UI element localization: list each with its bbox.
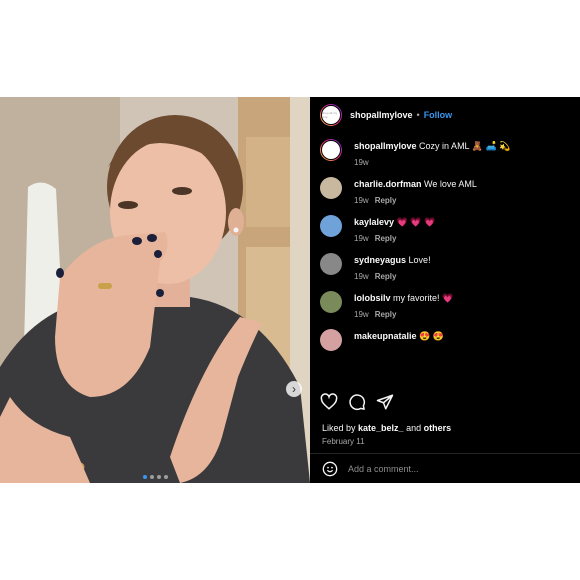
reply-button[interactable]: Reply bbox=[375, 196, 397, 205]
post-header: shop all my love shopallmylove • Follow bbox=[310, 97, 580, 133]
separator-dot: • bbox=[416, 110, 420, 120]
reply-button[interactable]: Reply bbox=[375, 272, 397, 281]
comment-username[interactable]: kaylalevy bbox=[354, 217, 394, 227]
commenter-avatar[interactable] bbox=[320, 177, 342, 199]
follow-button[interactable]: Follow bbox=[424, 110, 453, 120]
comment-age: 19w bbox=[354, 234, 369, 243]
comment-row: makeupnatalie 😍 😍 bbox=[320, 329, 570, 351]
comments-list: shopallmylove Cozy in AML 🧸 🛋️ 💫 19w cha… bbox=[310, 133, 580, 351]
add-comment-row bbox=[322, 461, 548, 477]
emoji-icon[interactable] bbox=[322, 461, 338, 477]
likes-middle: and bbox=[403, 423, 424, 433]
comment-username[interactable]: sydneyagus bbox=[354, 255, 406, 265]
comment-age: 19w bbox=[354, 310, 369, 319]
comment-row: sydneyagus Love! 19w Reply bbox=[320, 253, 570, 281]
comment-text: 😍 😍 bbox=[419, 331, 444, 341]
carousel-dot bbox=[163, 475, 168, 479]
comment-text: 💗 💗 💗 bbox=[396, 217, 436, 227]
post-media[interactable]: › bbox=[0, 97, 310, 483]
comment-age: 19w bbox=[354, 272, 369, 281]
post-date: February 11 bbox=[322, 437, 365, 446]
share-icon[interactable] bbox=[376, 393, 394, 411]
add-comment-input[interactable] bbox=[348, 464, 548, 474]
comment-text: Love! bbox=[408, 255, 431, 265]
likes-summary: Liked by kate_belz_ and others bbox=[322, 423, 451, 433]
comment-icon[interactable] bbox=[348, 393, 366, 411]
reply-button[interactable]: Reply bbox=[375, 310, 397, 319]
caption-age: 19w bbox=[354, 158, 369, 167]
carousel-next-button[interactable]: › bbox=[286, 381, 302, 397]
carousel-dot bbox=[142, 475, 147, 479]
comment-row: kaylalevy 💗 💗 💗 19w Reply bbox=[320, 215, 570, 243]
commenter-avatar[interactable] bbox=[320, 215, 342, 237]
avatar[interactable] bbox=[320, 139, 342, 161]
caption-text: Cozy in AML 🧸 🛋️ 💫 bbox=[419, 141, 511, 151]
commenter-avatar[interactable] bbox=[320, 291, 342, 313]
caption: shopallmylove Cozy in AML 🧸 🛋️ 💫 19w bbox=[320, 139, 570, 167]
comment-age: 19w bbox=[354, 196, 369, 205]
likes-prefix: Liked by bbox=[322, 423, 359, 433]
caption-username[interactable]: shopallmylove bbox=[354, 141, 417, 151]
instagram-post: › shop all my love shopallmylove • Follo… bbox=[0, 97, 580, 483]
likes-others-link[interactable]: others bbox=[424, 423, 452, 433]
comment-username[interactable]: charlie.dorfman bbox=[354, 179, 422, 189]
post-photo bbox=[0, 97, 310, 483]
carousel-dot bbox=[156, 475, 161, 479]
carousel-dots bbox=[0, 475, 310, 479]
heart-icon[interactable] bbox=[320, 393, 338, 411]
avatar[interactable]: shop all my love bbox=[320, 104, 342, 126]
comment-text: my favorite! 💗 bbox=[393, 293, 454, 303]
comment-row: charlie.dorfman We love AML 19w Reply bbox=[320, 177, 570, 205]
commenter-avatar[interactable] bbox=[320, 253, 342, 275]
avatar-logo bbox=[321, 140, 341, 160]
comment-username[interactable]: lolobsilv bbox=[354, 293, 391, 303]
comment-text: We love AML bbox=[424, 179, 477, 189]
liked-by-user[interactable]: kate_belz_ bbox=[358, 423, 404, 433]
reply-button[interactable]: Reply bbox=[375, 234, 397, 243]
divider bbox=[310, 453, 580, 454]
action-bar bbox=[320, 393, 394, 411]
comment-username[interactable]: makeupnatalie bbox=[354, 331, 417, 341]
commenter-avatar[interactable] bbox=[320, 329, 342, 351]
carousel-dot bbox=[149, 475, 154, 479]
chevron-right-icon: › bbox=[292, 382, 296, 396]
post-username[interactable]: shopallmylove bbox=[350, 110, 413, 120]
comment-row: lolobsilv my favorite! 💗 19w Reply bbox=[320, 291, 570, 319]
avatar-logo: shop all my love bbox=[321, 105, 341, 125]
post-side-panel: shop all my love shopallmylove • Follow … bbox=[310, 97, 580, 483]
